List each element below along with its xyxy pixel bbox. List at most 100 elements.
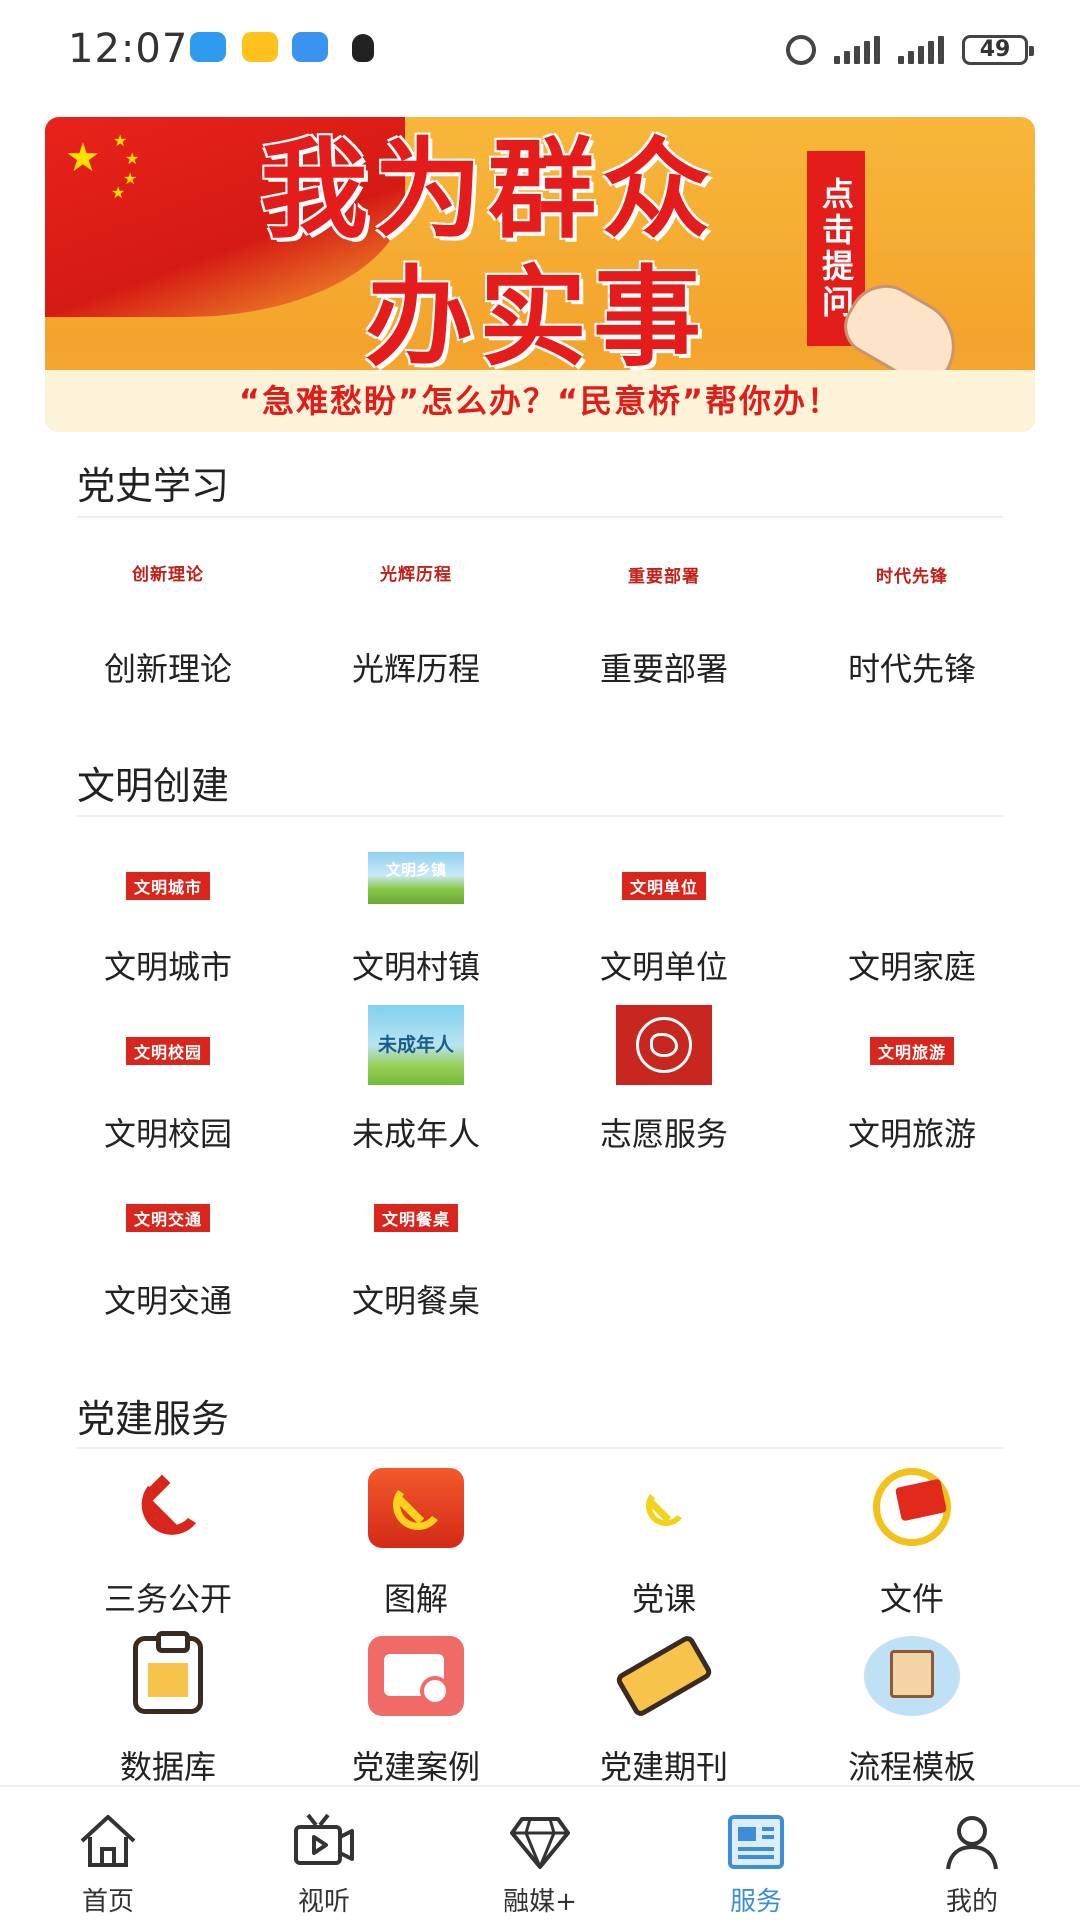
grid-item-party-cases[interactable]: 党建案例 <box>292 1636 540 1786</box>
tv-icon <box>294 1813 354 1865</box>
cloud-app-icon <box>190 32 226 62</box>
chat-app-icon <box>242 32 278 62</box>
grid-item-label: 志愿服务 <box>599 1115 728 1153</box>
bottom-nav: 首页 视听 融媒+ 服务 我的 <box>0 1785 1080 1922</box>
grid-item-label: 文明校园 <box>103 1115 232 1153</box>
divider <box>77 815 1003 817</box>
nav-home[interactable]: 首页 <box>0 1787 216 1922</box>
grid-item-civilized-campus[interactable]: 文明校园 文明校园 <box>44 1005 292 1153</box>
grid-item-civilized-tourism[interactable]: 文明旅游 文明旅游 <box>788 1005 1036 1153</box>
grid-item-party-journals[interactable]: 党建期刊 <box>540 1633 788 1786</box>
grid-item-label: 文明旅游 <box>847 1115 976 1153</box>
party-emblem-icon <box>368 1468 464 1548</box>
grid-item-civilized-family[interactable]: 文明家庭 <box>788 852 1036 986</box>
star-icon: ★ <box>113 131 128 150</box>
thumb-tag: 文明餐桌 <box>373 1204 458 1232</box>
box-icon <box>864 1636 960 1716</box>
grid-item-innovation-theory[interactable]: 创新理论 创新理论 <box>44 560 292 688</box>
thumb-tag: 文明单位 <box>621 872 706 900</box>
grid-item-database[interactable]: 数据库 <box>44 1631 292 1786</box>
grid-item-label: 时代先锋 <box>847 650 976 688</box>
grid-item-illustration[interactable]: 图解 <box>292 1468 540 1618</box>
feather-app-icon <box>292 32 328 62</box>
clipboard-icon <box>133 1631 203 1714</box>
divider <box>77 516 1003 518</box>
thumb-text: 重要部署 <box>628 567 700 587</box>
grid-item-label: 光辉历程 <box>351 650 480 688</box>
grid-item-label: 流程模板 <box>847 1748 976 1786</box>
home-icon <box>80 1815 136 1867</box>
grid-item-label: 文明村镇 <box>351 948 480 986</box>
grid-item-civilized-village[interactable]: 文明乡镇 文明村镇 <box>292 852 540 986</box>
nav-label: 首页 <box>81 1887 134 1917</box>
thumb-text: 创新理论 <box>132 565 204 585</box>
nav-label: 视听 <box>297 1887 350 1917</box>
grid-item-minors[interactable]: 未成年人 未成年人 <box>292 1005 540 1153</box>
search-document-icon <box>368 1636 464 1716</box>
grid-item-era-pioneer[interactable]: 时代先锋 时代先锋 <box>788 562 1036 688</box>
grid-item-civilized-unit[interactable]: 文明单位 文明单位 <box>540 852 788 986</box>
signal-icon <box>834 36 880 64</box>
thumb-tag: 文明交通 <box>125 1204 210 1232</box>
minors-thumbnail: 未成年人 <box>368 1005 464 1085</box>
nav-mine[interactable]: 我的 <box>864 1787 1080 1922</box>
thumb-tag: 文明校园 <box>125 1037 210 1065</box>
banner-slogan: “急难愁盼”怎么办？“民意桥”帮你办！ <box>238 382 842 420</box>
thumb-tag: 文明城市 <box>125 872 210 900</box>
grid-item-label: 文明家庭 <box>847 948 976 986</box>
nav-media-plus[interactable]: 融媒+ <box>432 1787 648 1922</box>
grid-item-label: 重要部署 <box>599 650 728 688</box>
volunteer-logo-icon <box>616 1005 712 1085</box>
grid-item-civilized-dining[interactable]: 文明餐桌 文明餐桌 <box>292 1172 540 1320</box>
village-thumbnail: 文明乡镇 <box>368 852 464 904</box>
grid-item-label: 党建期刊 <box>599 1748 728 1786</box>
divider <box>77 1447 1003 1449</box>
section-title-party-service: 党建服务 <box>77 1397 230 1441</box>
grid-item-volunteer-service[interactable]: 志愿服务 <box>540 1005 788 1153</box>
grid-item-three-affairs-open[interactable]: 三务公开 <box>44 1468 292 1618</box>
promo-banner[interactable]: ★ ★ ★ ★ ★ 我为群众 办实事 点击提问 “急难愁盼”怎么办？“民意桥”帮… <box>45 117 1035 432</box>
grid-item-label: 图解 <box>383 1580 448 1618</box>
star-icon: ★ <box>111 183 126 202</box>
grid-item-label: 党课 <box>631 1580 696 1618</box>
grid-item-key-deployment[interactable]: 重要部署 重要部署 <box>540 562 788 688</box>
grid-item-glorious-history[interactable]: 光辉历程 光辉历程 <box>292 560 540 688</box>
party-flag-icon <box>873 1468 951 1546</box>
user-icon <box>946 1816 998 1870</box>
hammer-sickle-small-icon <box>646 1494 682 1526</box>
grid-item-label: 创新理论 <box>103 650 232 688</box>
banner-title-line1: 我为群众 <box>260 128 717 253</box>
battery-indicator: 49 <box>962 35 1034 65</box>
grid-item-label: 数据库 <box>119 1748 216 1786</box>
section-title-civilization: 文明创建 <box>77 764 230 808</box>
alarm-icon <box>786 35 816 65</box>
banner-title-line2: 办实事 <box>365 256 708 381</box>
grid-item-party-course[interactable]: 党课 <box>540 1468 788 1618</box>
diamond-icon <box>510 1817 570 1869</box>
thumb-text: 时代先锋 <box>876 567 948 587</box>
grid-item-label: 文明餐桌 <box>351 1282 480 1320</box>
grid-item-label: 文明城市 <box>103 948 232 986</box>
nav-label: 我的 <box>945 1887 998 1917</box>
newspaper-icon <box>728 1815 784 1869</box>
grid-item-label: 未成年人 <box>351 1115 480 1153</box>
grid-item-label: 文件 <box>879 1580 944 1618</box>
nav-label: 融媒+ <box>503 1887 577 1917</box>
nav-service[interactable]: 服务 <box>648 1787 864 1922</box>
star-icon: ★ <box>65 135 101 181</box>
grid-item-civilized-traffic[interactable]: 文明交通 文明交通 <box>44 1172 292 1320</box>
nav-audio-visual[interactable]: 视听 <box>216 1787 432 1922</box>
thumb-text: 光辉历程 <box>380 565 452 585</box>
grid-item-documents[interactable]: 文件 <box>788 1468 1036 1618</box>
grid-item-civilized-city[interactable]: 文明城市 文明城市 <box>44 852 292 986</box>
thumb-tag: 文明旅游 <box>869 1037 954 1065</box>
ticket-icon <box>613 1633 715 1719</box>
signal-icon <box>898 36 944 64</box>
star-icon: ★ <box>125 149 140 168</box>
section-title-party-history: 党史学习 <box>77 464 230 508</box>
grid-item-label: 文明单位 <box>599 948 728 986</box>
nav-label: 服务 <box>729 1887 782 1917</box>
grid-item-process-templates[interactable]: 流程模板 <box>788 1636 1036 1786</box>
hammer-sickle-icon <box>141 1474 196 1535</box>
grid-item-label: 党建案例 <box>351 1748 480 1786</box>
